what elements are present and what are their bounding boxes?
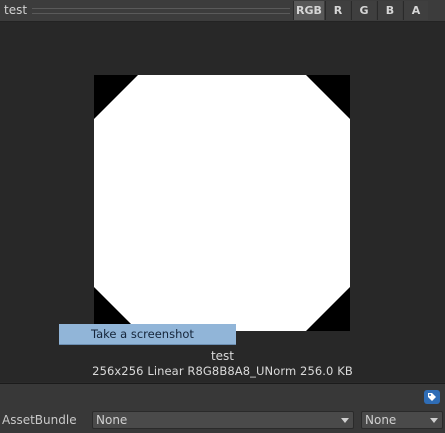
- texture-name: test: [210, 349, 235, 363]
- texture-image: [94, 75, 350, 331]
- asset-bundle-name-dropdown[interactable]: None: [92, 411, 354, 429]
- channel-b-button[interactable]: B: [377, 1, 402, 20]
- preview-title: test: [4, 3, 28, 17]
- channel-a-button[interactable]: A: [403, 1, 428, 20]
- take-screenshot-menu-item[interactable]: Take a screenshot: [59, 324, 236, 345]
- asset-bundle-variant-dropdown[interactable]: None: [361, 411, 443, 429]
- asset-bundle-label: AssetBundle: [2, 413, 77, 427]
- chevron-down-icon: [341, 418, 349, 423]
- channel-g-button[interactable]: G: [351, 1, 376, 20]
- chevron-down-icon: [430, 418, 438, 423]
- preview-header: test RGB R G B A: [0, 0, 445, 22]
- asset-bundle-name-value: None: [96, 413, 128, 427]
- drag-handle[interactable]: [32, 8, 290, 14]
- asset-bundle-variant-value: None: [365, 413, 397, 427]
- channel-r-button[interactable]: R: [325, 1, 350, 20]
- texture-info: 256x256 Linear R8G8B8A8_UNorm 256.0 KB: [92, 364, 353, 378]
- tag-icon[interactable]: [424, 390, 440, 404]
- channel-rgb-button[interactable]: RGB: [293, 1, 324, 20]
